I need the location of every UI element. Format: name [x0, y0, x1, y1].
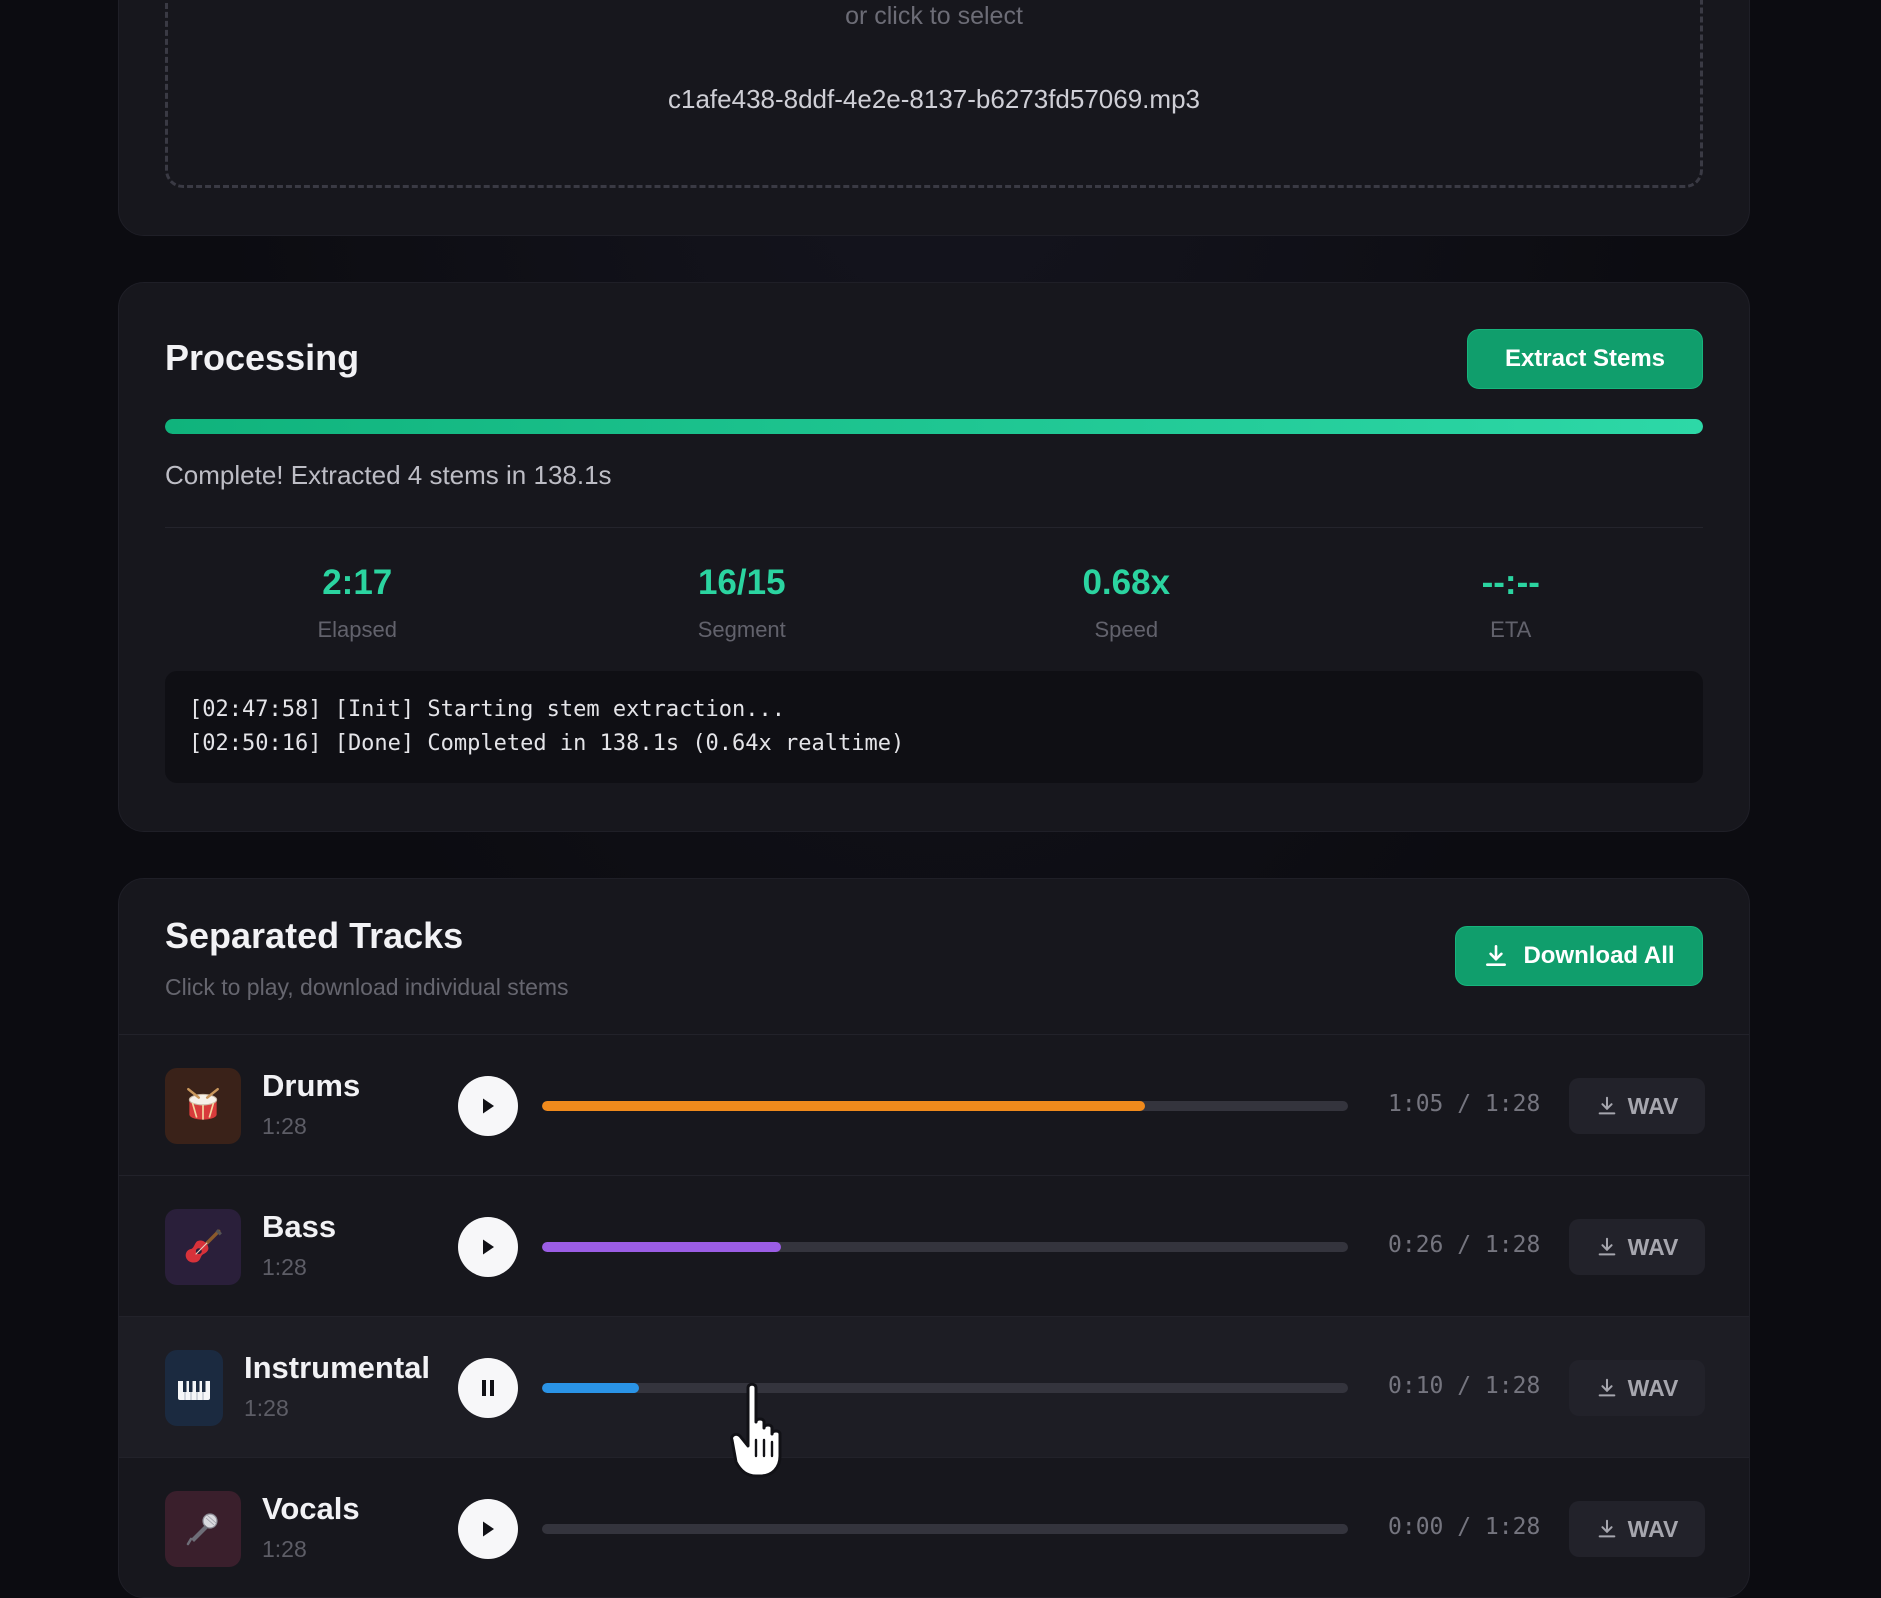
stat-value: 16/15 — [697, 563, 786, 602]
download-icon — [1598, 1237, 1615, 1256]
track-time: 1:05 / 1:28 — [1388, 1091, 1541, 1117]
seek-fill — [542, 1383, 639, 1393]
play-button[interactable] — [458, 1076, 518, 1136]
seek-bar[interactable] — [542, 1242, 1348, 1252]
processing-log: [02:47:58] [Init] Starting stem extracti… — [165, 671, 1703, 783]
play-button[interactable] — [458, 1499, 518, 1559]
play-button[interactable] — [458, 1217, 518, 1277]
stat-value: 0.68x — [1082, 563, 1171, 602]
divider — [165, 527, 1703, 528]
microphone-icon — [165, 1491, 241, 1567]
tracks-subtitle: Click to play, download individual stems — [165, 974, 569, 1000]
play-icon — [483, 1098, 494, 1114]
drum-icon — [165, 1068, 241, 1144]
piano-icon — [165, 1350, 223, 1426]
track-time: 0:00 / 1:28 — [1388, 1514, 1541, 1540]
track-duration: 1:28 — [262, 1536, 307, 1562]
file-dropzone[interactable]: or click to select c1afe438-8ddf-4e2e-81… — [165, 0, 1703, 188]
download-wav-button[interactable]: WAV — [1569, 1360, 1705, 1416]
download-icon — [1598, 1096, 1615, 1115]
track-duration: 1:28 — [244, 1395, 289, 1421]
upload-card: or click to select c1afe438-8ddf-4e2e-81… — [118, 0, 1750, 236]
download-icon — [1486, 944, 1507, 966]
track-time: 0:10 / 1:28 — [1388, 1373, 1541, 1399]
download-icon — [1598, 1519, 1615, 1538]
stat-value: --:-- — [1481, 563, 1540, 602]
processing-progress-fill — [165, 419, 1703, 434]
wav-label: WAV — [1627, 1092, 1679, 1119]
seek-fill — [542, 1101, 1145, 1111]
log-line: [02:50:16] [Done] Completed in 138.1s (0… — [189, 731, 905, 756]
wav-label: WAV — [1627, 1233, 1679, 1260]
stat-speed: 0.68x Speed — [934, 563, 1319, 643]
track-row-drums: Drums 1:28 1:05 / 1:28 WAV — [119, 1034, 1749, 1175]
stat-label: ETA — [1490, 617, 1532, 642]
track-row-instrumental: Instrumental 1:28 0:10 / 1:28 WAV — [119, 1316, 1749, 1457]
track-name: Bass — [262, 1209, 337, 1244]
wav-label: WAV — [1627, 1374, 1679, 1401]
stat-segment: 16/15 Segment — [550, 563, 935, 643]
processing-status: Complete! Extracted 4 stems in 138.1s — [165, 460, 612, 490]
processing-progress-bar — [165, 419, 1703, 434]
download-all-label: Download All — [1523, 942, 1675, 969]
stat-value: 2:17 — [322, 563, 393, 602]
extract-stems-button[interactable]: Extract Stems — [1467, 329, 1703, 389]
pause-button[interactable] — [458, 1358, 518, 1418]
hand-cursor-icon — [730, 1382, 782, 1478]
track-row-vocals: Vocals 1:28 0:00 / 1:28 WAV — [119, 1457, 1749, 1598]
dropzone-hint: or click to select — [845, 2, 1023, 30]
track-name: Instrumental — [244, 1350, 431, 1385]
processing-stats: 2:17 Elapsed 16/15 Segment 0.68x Speed -… — [165, 563, 1703, 643]
selected-filename: c1afe438-8ddf-4e2e-8137-b6273fd57069.mp3 — [668, 84, 1200, 114]
separated-tracks-card: Separated Tracks Click to play, download… — [118, 878, 1750, 1598]
processing-card: Processing Extract Stems Complete! Extra… — [118, 282, 1750, 832]
stat-label: Speed — [1094, 617, 1159, 642]
stat-label: Segment — [697, 617, 786, 642]
play-icon — [483, 1239, 494, 1255]
seek-bar[interactable] — [542, 1101, 1348, 1111]
download-wav-button[interactable]: WAV — [1569, 1501, 1705, 1557]
processing-title: Processing — [165, 337, 360, 378]
wav-label: WAV — [1627, 1515, 1679, 1542]
guitar-icon — [165, 1209, 241, 1285]
track-row-bass: Bass 1:28 0:26 / 1:28 WAV — [119, 1175, 1749, 1316]
log-line: [02:47:58] [Init] Starting stem extracti… — [189, 697, 786, 722]
download-wav-button[interactable]: WAV — [1569, 1219, 1705, 1275]
track-duration: 1:28 — [262, 1113, 307, 1139]
pause-icon — [482, 1380, 494, 1396]
download-wav-button[interactable]: WAV — [1569, 1078, 1705, 1134]
track-duration: 1:28 — [262, 1254, 307, 1280]
track-name: Vocals — [262, 1491, 360, 1526]
stat-label: Elapsed — [317, 617, 397, 642]
stat-eta: --:-- ETA — [1319, 563, 1704, 643]
seek-bar[interactable] — [542, 1383, 1348, 1393]
tracks-title: Separated Tracks — [165, 915, 464, 956]
track-name: Drums — [262, 1068, 361, 1103]
seek-fill — [542, 1242, 781, 1252]
stat-elapsed: 2:17 Elapsed — [165, 563, 550, 643]
download-icon — [1598, 1378, 1615, 1397]
download-all-button[interactable]: Download All — [1455, 926, 1703, 986]
seek-bar[interactable] — [542, 1524, 1348, 1534]
track-time: 0:26 / 1:28 — [1388, 1232, 1541, 1258]
play-icon — [483, 1521, 494, 1537]
